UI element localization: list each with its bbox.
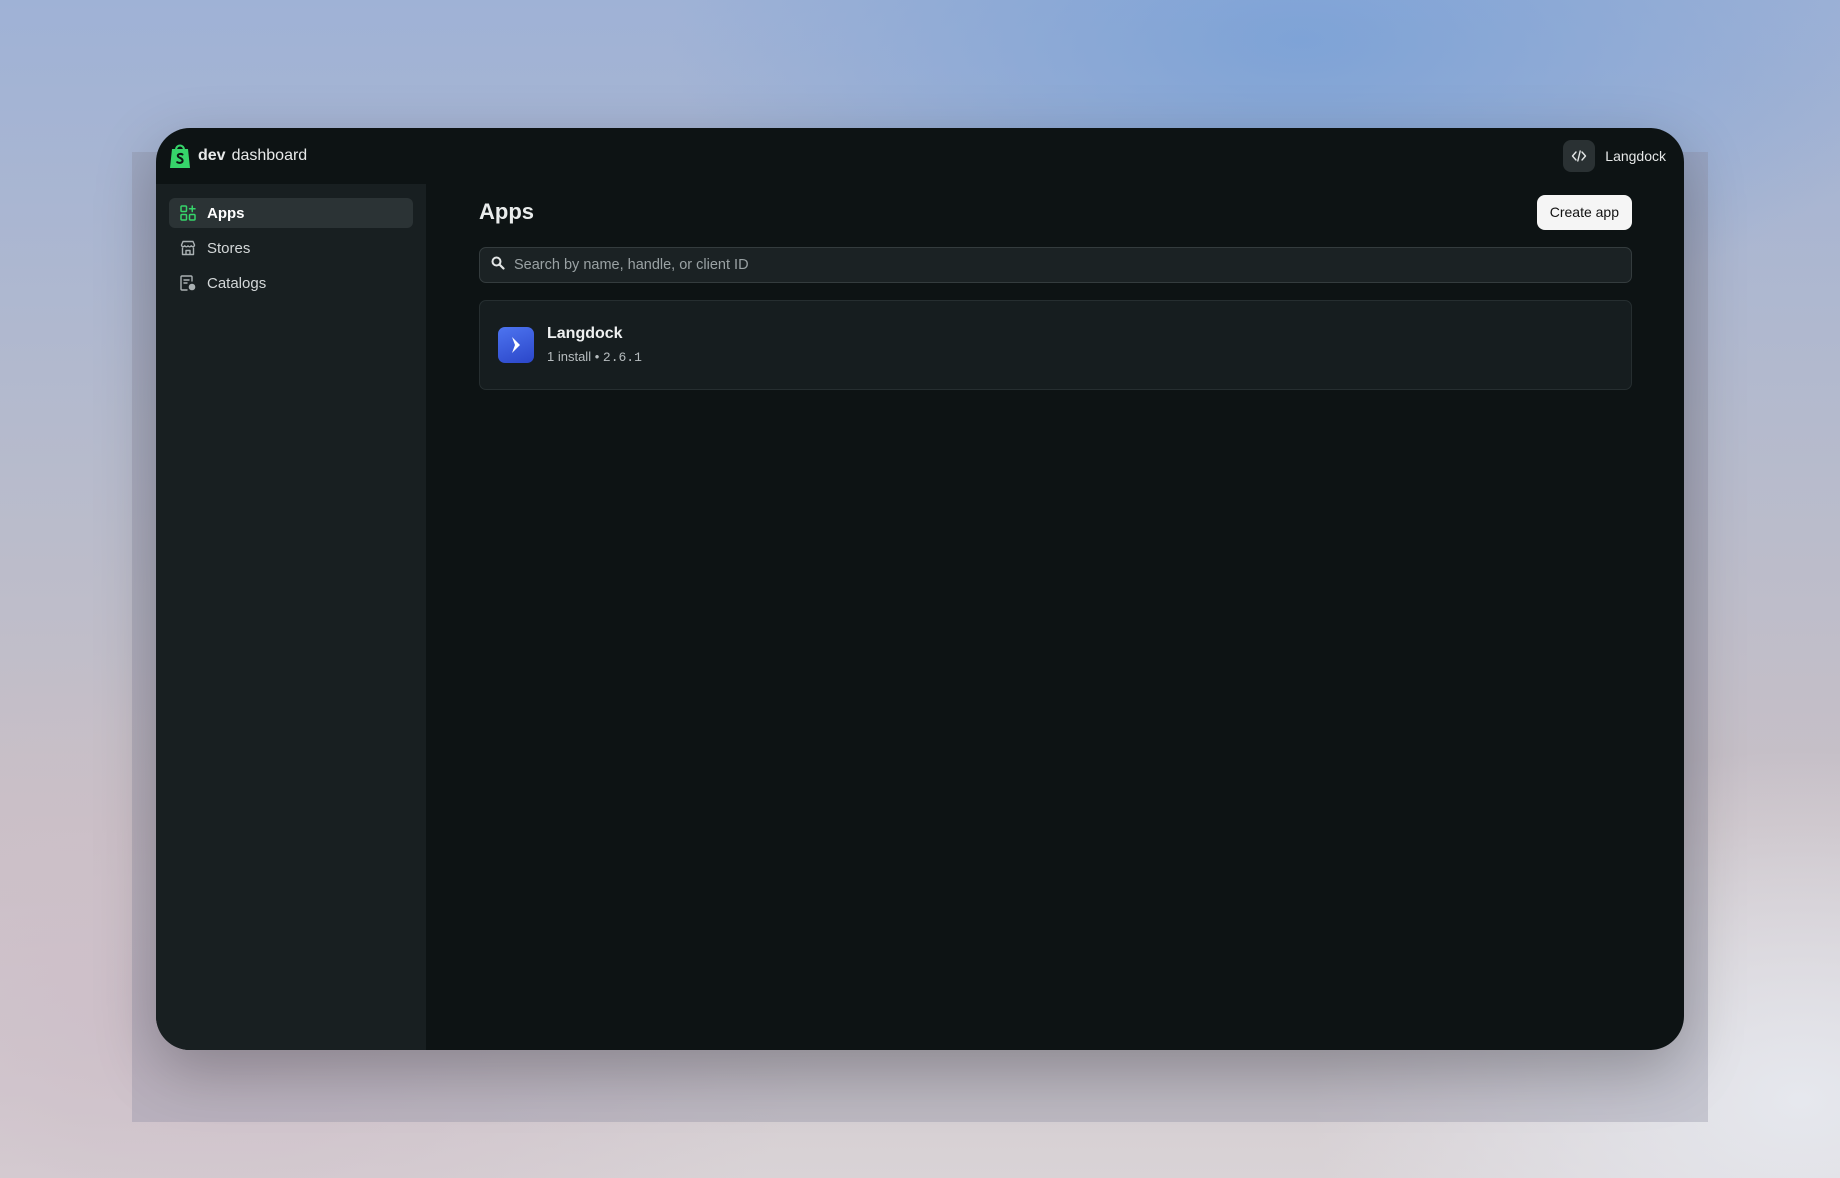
app-meta: 1 install • 2.6.1 <box>547 349 642 365</box>
app-list-item-langdock[interactable]: Langdock 1 install • 2.6.1 <box>479 300 1632 390</box>
search-icon <box>491 256 505 275</box>
langdock-app-icon <box>498 327 534 363</box>
sidebar-item-stores[interactable]: Stores <box>169 233 413 263</box>
sidebar-item-label: Stores <box>207 239 251 257</box>
top-bar: dev dashboard Langdock <box>156 128 1684 184</box>
app-info: Langdock 1 install • 2.6.1 <box>547 325 642 365</box>
create-app-button[interactable]: Create app <box>1536 194 1632 230</box>
search-bar[interactable] <box>479 247 1632 283</box>
sidebar-item-label: Apps <box>207 204 245 222</box>
brand[interactable]: dev dashboard <box>168 142 307 170</box>
sidebar-item-apps[interactable]: Apps <box>169 198 413 228</box>
search-input[interactable] <box>514 257 1620 273</box>
app-version: 2.6.1 <box>602 350 642 365</box>
page-header: Apps Create app <box>479 194 1632 230</box>
store-icon <box>179 239 197 257</box>
sidebar-item-catalogs[interactable]: Catalogs <box>169 268 413 298</box>
catalog-icon <box>179 274 197 292</box>
brand-dashboard-label: dashboard <box>231 147 308 164</box>
meta-separator: • <box>594 349 600 364</box>
app-install-count: 1 install <box>547 349 592 364</box>
shopify-bag-icon <box>168 142 192 170</box>
account-switcher[interactable]: Langdock <box>1563 140 1666 172</box>
app-name: Langdock <box>547 325 623 342</box>
sidebar-item-label: Catalogs <box>207 274 267 292</box>
code-icon[interactable] <box>1563 140 1596 172</box>
dev-dashboard-window: dev dashboard Langdock Apps Stores Catal… <box>156 128 1684 1050</box>
apps-grid-icon <box>179 204 197 222</box>
account-name: Langdock <box>1605 148 1666 164</box>
sidebar: Apps Stores Catalogs <box>156 184 426 1050</box>
brand-dev-label: dev <box>198 147 226 164</box>
main-content: Apps Create app Langdock 1 install <box>426 184 1684 1050</box>
page-title: Apps <box>479 199 534 224</box>
